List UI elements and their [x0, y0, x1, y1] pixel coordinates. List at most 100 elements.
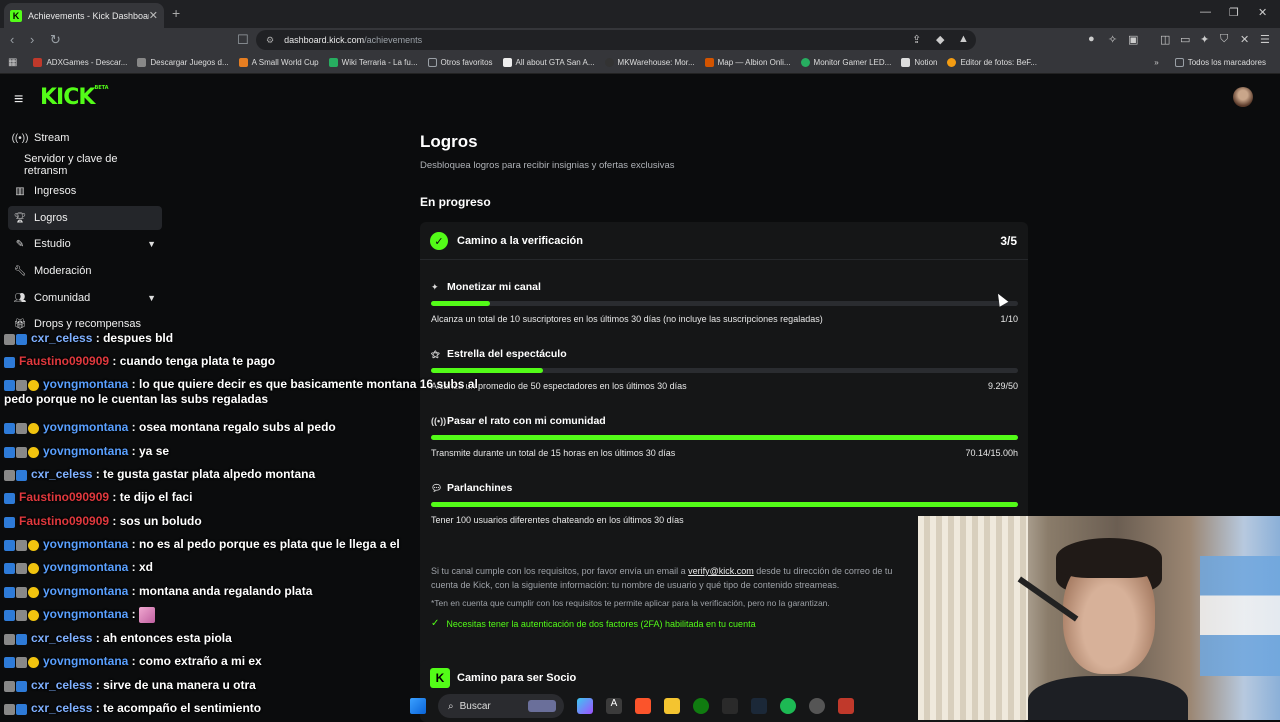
chat-username[interactable]: cxr_celess	[31, 678, 92, 692]
app-icon[interactable]: A	[606, 698, 622, 714]
screenshot-icon[interactable]: ▣	[1128, 33, 1138, 46]
browser-tab-active[interactable]: K Achievements - Kick Dashboard ✕	[4, 3, 164, 28]
chat-message: yovngmontana : montana anda regalando pl…	[4, 584, 312, 599]
bookmark-item[interactable]: Map — Albion Onli...	[704, 58, 791, 67]
close-tab-icon[interactable]: ✕	[149, 9, 158, 22]
forward-icon[interactable]: ›	[30, 32, 34, 47]
badge-icon	[16, 587, 27, 599]
chat-text: : te acompaño el sentimiento	[92, 701, 262, 715]
bookmark-item[interactable]: A Small World Cup	[238, 58, 319, 67]
shield-icon[interactable]: ⛉	[1220, 33, 1228, 46]
chat-username[interactable]: yovngmontana	[43, 654, 128, 668]
sidebar-item-server-key[interactable]: Servidor y clave de retransm	[8, 153, 162, 177]
chat-badges	[4, 445, 40, 459]
avatar[interactable]	[1233, 87, 1253, 107]
vpn-icon[interactable]: ✦	[1200, 33, 1209, 46]
chat-text: : te gusta gastar plata alpedo montana	[92, 467, 316, 481]
xbox-icon[interactable]	[693, 698, 709, 714]
badge-icon	[28, 563, 39, 575]
sidebar-item-ingresos[interactable]: ▥ Ingresos	[8, 179, 162, 203]
bookmark-item[interactable]: Monitor Gamer LED...	[800, 58, 891, 67]
brave-shield-icon[interactable]: ◆	[936, 33, 944, 46]
spotify-icon[interactable]	[780, 698, 796, 714]
sidebar-item-stream[interactable]: ((•)) Stream	[8, 126, 162, 150]
maximize-icon[interactable]: ❐	[1229, 6, 1239, 19]
sidebar-item-moderacion[interactable]: 🔧︎ Moderación	[8, 259, 162, 283]
badge-icon	[4, 657, 15, 669]
wallet-icon[interactable]: ▭	[1180, 33, 1190, 46]
bookmark-item[interactable]: Wiki Terraria - La fu...	[328, 58, 418, 67]
app-icon[interactable]	[722, 698, 738, 714]
hamburger-menu-icon[interactable]: ≡	[14, 91, 23, 109]
extension-purple-icon[interactable]: ●	[1088, 33, 1095, 45]
new-tab-button[interactable]: +	[172, 5, 180, 21]
copilot-icon[interactable]	[577, 698, 593, 714]
minimize-icon[interactable]: —	[1200, 6, 1211, 18]
file-explorer-icon[interactable]	[664, 698, 680, 714]
chat-username[interactable]: Faustino090909	[19, 514, 109, 528]
chat-username[interactable]: yovngmontana	[43, 607, 128, 621]
share-icon[interactable]: ⇪	[912, 33, 921, 46]
chat-text: : cuando tenga plata te pago	[109, 354, 276, 368]
bookmark-item[interactable]: MKWarehouse: Mor...	[604, 58, 695, 67]
chat-badges	[4, 378, 40, 392]
badge-icon	[4, 704, 15, 716]
bookmark-item[interactable]: Editor de fotos: BeF...	[947, 58, 1037, 67]
chat-username[interactable]: Faustino090909	[19, 490, 109, 504]
taskbar-search[interactable]: ⌕ Buscar	[438, 694, 564, 718]
achievement-value: 1/10	[1000, 314, 1018, 324]
sparkle-icon: ✦	[431, 281, 439, 292]
bookmark-folder[interactable]: Otros favoritos	[427, 58, 493, 67]
chat-text: : osea montana regalo subs al pedo	[128, 420, 336, 434]
all-bookmarks-folder[interactable]: Todos los marcadores	[1174, 58, 1266, 67]
chat-username[interactable]: yovngmontana	[43, 537, 128, 551]
sidebar-item-logros[interactable]: 🏆︎ Logros	[8, 206, 162, 230]
app-icon[interactable]	[838, 698, 854, 714]
chat-username[interactable]: cxr_celess	[31, 331, 92, 345]
chat-username[interactable]: yovngmontana	[43, 584, 128, 598]
badge-icon	[4, 563, 15, 575]
chat-username[interactable]: cxr_celess	[31, 631, 92, 645]
bookmark-favicon-icon	[137, 58, 147, 67]
reload-icon[interactable]: ↻	[50, 32, 61, 48]
address-bar[interactable]: ⚙ dashboard.kick.com/achievements	[256, 30, 976, 50]
chat-username[interactable]: yovngmontana	[43, 444, 128, 458]
chat-badges	[4, 608, 40, 622]
url-path: /achievements	[364, 35, 423, 45]
back-icon[interactable]: ‹	[10, 32, 14, 47]
bookmark-item[interactable]: Descargar Juegos d...	[137, 58, 229, 67]
bookmark-favicon-icon	[33, 58, 43, 67]
apps-grid-icon[interactable]: ▦	[8, 57, 17, 68]
card-header[interactable]: ✓ Camino a la verificación 3/5	[420, 222, 1028, 260]
chat-username[interactable]: cxr_celess	[31, 701, 92, 715]
close-icon[interactable]: ✕	[1240, 33, 1249, 46]
chat-username[interactable]: yovngmontana	[43, 560, 128, 574]
chat-username[interactable]: yovngmontana	[43, 377, 128, 391]
windows-start-icon[interactable]	[410, 698, 426, 714]
sidebar-item-estudio[interactable]: ✎ Estudio ▼	[8, 232, 162, 256]
sidebar-toggle-icon[interactable]: ◫	[1160, 33, 1170, 46]
chat-username[interactable]: Faustino090909	[19, 354, 109, 368]
menu-icon[interactable]: ☰	[1260, 33, 1270, 46]
extensions-icon[interactable]: ✧	[1108, 33, 1117, 46]
bookmark-item[interactable]: ADXGames - Descar...	[33, 58, 127, 67]
kick-logo[interactable]: KICKBETA	[40, 85, 109, 110]
close-window-icon[interactable]: ✕	[1258, 6, 1267, 19]
chat-message: cxr_celess : te gusta gastar plata alped…	[4, 467, 315, 482]
chat-username[interactable]: yovngmontana	[43, 420, 128, 434]
people-icon: 👥︎	[13, 292, 27, 304]
brave-icon[interactable]	[635, 698, 651, 714]
progress-track	[431, 301, 1018, 306]
rewards-icon[interactable]: ▲	[958, 33, 969, 45]
more-bookmarks-icon[interactable]: »	[1154, 58, 1158, 67]
site-info-icon[interactable]: ⚙	[266, 35, 274, 46]
sidebar-item-comunidad[interactable]: 👥︎ Comunidad ▼	[8, 286, 162, 310]
verify-email-link[interactable]: verify@kick.com	[688, 566, 754, 576]
bookmark-item[interactable]: Notion	[901, 58, 937, 67]
bookmark-item[interactable]: All about GTA San A...	[502, 58, 595, 67]
obs-icon[interactable]	[809, 698, 825, 714]
bookmark-page-icon[interactable]: ☐	[237, 32, 249, 48]
section-heading: En progreso	[420, 195, 491, 209]
chat-username[interactable]: cxr_celess	[31, 467, 92, 481]
steam-icon[interactable]	[751, 698, 767, 714]
